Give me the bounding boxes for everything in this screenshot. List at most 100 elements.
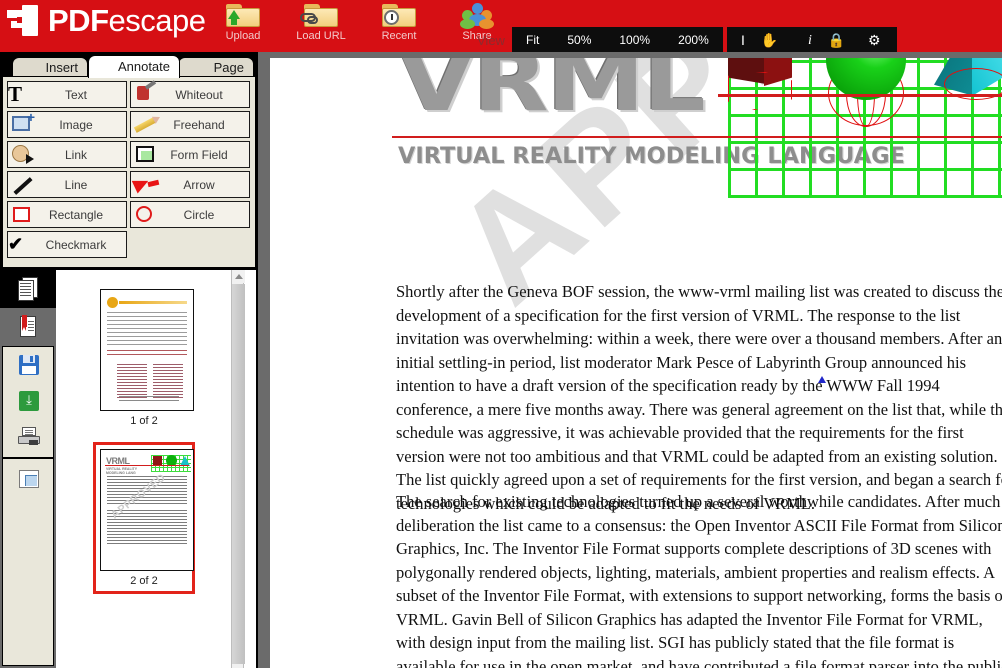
people-share-icon	[446, 2, 508, 29]
tool-circle[interactable]: Circle	[130, 201, 250, 228]
tab-annotate[interactable]: Annotate	[88, 55, 180, 78]
tool-grid: T Text Whiteout Image Freehand Link	[7, 81, 253, 258]
tool-text-label: Text	[64, 87, 87, 102]
recent-label: Recent	[381, 30, 417, 42]
tool-form-field-label: Form Field	[170, 147, 228, 162]
lock-icon[interactable]: 🔒	[820, 27, 853, 52]
brand-pdf: PDF	[48, 3, 109, 38]
form-field-icon	[131, 142, 161, 167]
document-page[interactable]: APPROVED VRML VIRTUAL REALITY MODELING L…	[270, 58, 1002, 668]
tool-checkmark[interactable]: ✔ Checkmark	[7, 231, 127, 258]
strip-divider	[3, 457, 53, 459]
thumbnail-page-1-preview	[100, 289, 194, 411]
arrow-tool-icon	[131, 172, 161, 197]
hand-pan-icon[interactable]: ✋	[753, 27, 786, 52]
print-icon[interactable]	[3, 419, 55, 455]
view-label: View	[477, 33, 505, 48]
text-insertion-caret	[818, 376, 827, 387]
tool-arrow[interactable]: Arrow	[130, 171, 250, 198]
document-gutter	[258, 52, 270, 668]
image-tool-icon	[8, 109, 38, 137]
annotate-tool-panel: T Text Whiteout Image Freehand Link	[2, 76, 256, 268]
file-actions-strip: ⤓	[2, 346, 54, 666]
folder-upload-icon	[212, 2, 274, 29]
thumbnail-page-2-preview: VRML VIRTUAL REALITY MODELING LANG APPROV…	[100, 449, 194, 571]
document-paragraph-2: The search for existing technologies tur…	[396, 492, 1002, 668]
settings-toolbar: ⚙	[852, 27, 897, 52]
zoom-toolbar: Fit 50% 100% 200%	[512, 27, 723, 52]
tool-link[interactable]: Link	[7, 141, 127, 168]
scrollbar-thumb[interactable]	[232, 284, 245, 664]
tool-whiteout[interactable]: Whiteout	[130, 81, 250, 108]
thumbnail-page-2-caption: 2 of 2	[130, 575, 158, 587]
vrml-3d-scene	[718, 58, 1002, 200]
zoom-100-button[interactable]: 100%	[605, 27, 664, 52]
load-url-button[interactable]: Load URL	[290, 2, 352, 42]
tool-whiteout-label: Whiteout	[175, 87, 223, 102]
tab-insert[interactable]: Insert	[12, 57, 88, 78]
thumbnail-page-2[interactable]: VRML VIRTUAL REALITY MODELING LANG APPROV…	[93, 442, 195, 594]
thumbnail-page-1-caption: 1 of 2	[130, 415, 158, 427]
zoom-200-button[interactable]: 200%	[664, 27, 723, 52]
app-header: PDFescape Upload Load URL Recent Share V…	[0, 0, 1002, 52]
thumbnail-scrollbar[interactable]	[231, 270, 245, 668]
document-viewport[interactable]: APPROVED VRML VIRTUAL REALITY MODELING L…	[258, 52, 1002, 668]
folder-link-icon	[290, 2, 352, 29]
tool-link-label: Link	[64, 147, 87, 162]
brand-escape: escape	[108, 3, 206, 38]
save-icon[interactable]	[3, 347, 55, 383]
tool-circle-label: Circle	[183, 207, 215, 222]
pdfescape-door-logo-icon	[6, 4, 40, 38]
tab-page[interactable]: Page	[178, 57, 254, 78]
rectangle-tool-icon	[8, 202, 38, 227]
gear-icon[interactable]: ⚙	[860, 27, 889, 52]
zoom-50-button[interactable]: 50%	[553, 27, 605, 52]
tool-freehand-label: Freehand	[173, 117, 225, 132]
folder-clock-icon	[368, 2, 430, 29]
pages-panel-icon[interactable]	[0, 270, 56, 308]
bookmarks-panel-icon[interactable]	[0, 308, 56, 346]
app-title: PDFescape	[48, 3, 206, 38]
tool-checkmark-label: Checkmark	[45, 237, 107, 252]
whiteout-tool-icon	[131, 82, 161, 107]
app-logo[interactable]: PDFescape	[6, 3, 206, 38]
tool-arrow-label: Arrow	[183, 177, 215, 192]
link-tool-icon	[8, 142, 38, 167]
vrml-logo-word: VRML	[398, 58, 706, 130]
panel-icon-strip: ⤓	[0, 270, 56, 668]
zoom-fit-button[interactable]: Fit	[512, 27, 553, 52]
vrml-logo-rule	[392, 136, 1002, 138]
text-select-icon[interactable]: I	[733, 27, 753, 52]
tool-line-label: Line	[64, 177, 88, 192]
vrml-banner: VRML VIRTUAL REALITY MODELING LANGUAGE	[270, 58, 1002, 228]
tool-freehand[interactable]: Freehand	[130, 111, 250, 138]
upload-label: Upload	[225, 30, 261, 42]
load-url-label: Load URL	[296, 30, 346, 42]
tool-rectangle-label: Rectangle	[48, 207, 104, 222]
thumbnail-scroll-area[interactable]: 1 of 2 VRML VIRTUAL REALITY MODELING LANG…	[56, 270, 232, 668]
freehand-pencil-icon	[131, 112, 161, 137]
checkmark-tool-icon: ✔	[8, 234, 24, 254]
scene-horizon-line	[718, 94, 1002, 97]
red-cube	[728, 58, 792, 110]
document-paragraph-1: Shortly after the Geneva BOF session, th…	[396, 282, 1002, 513]
scroll-up-arrow-icon[interactable]	[232, 270, 245, 283]
tool-line[interactable]: Line	[7, 171, 127, 198]
download-icon[interactable]: ⤓	[3, 383, 55, 419]
tool-text[interactable]: T Text	[7, 81, 127, 108]
tool-image[interactable]: Image	[7, 109, 127, 138]
new-window-icon[interactable]	[3, 461, 55, 497]
tool-image-label: Image	[59, 117, 93, 132]
tool-form-field[interactable]: Form Field	[130, 141, 250, 168]
tool-rectangle[interactable]: Rectangle	[7, 201, 127, 228]
upload-button[interactable]: Upload	[212, 2, 274, 42]
thumbnail-page-1[interactable]: 1 of 2	[93, 282, 195, 434]
recent-button[interactable]: Recent	[368, 2, 430, 42]
cursor-toolbar: I ✋	[727, 27, 793, 52]
tool-tabs: Insert Annotate Page	[0, 54, 258, 78]
text-tool-icon: T	[8, 82, 23, 106]
header-actions: Upload Load URL Recent Share	[212, 2, 508, 42]
line-tool-icon	[8, 172, 38, 197]
info-icon[interactable]: i	[800, 27, 820, 52]
page-thumbnail-panel: 1 of 2 VRML VIRTUAL REALITY MODELING LANG…	[56, 270, 258, 668]
